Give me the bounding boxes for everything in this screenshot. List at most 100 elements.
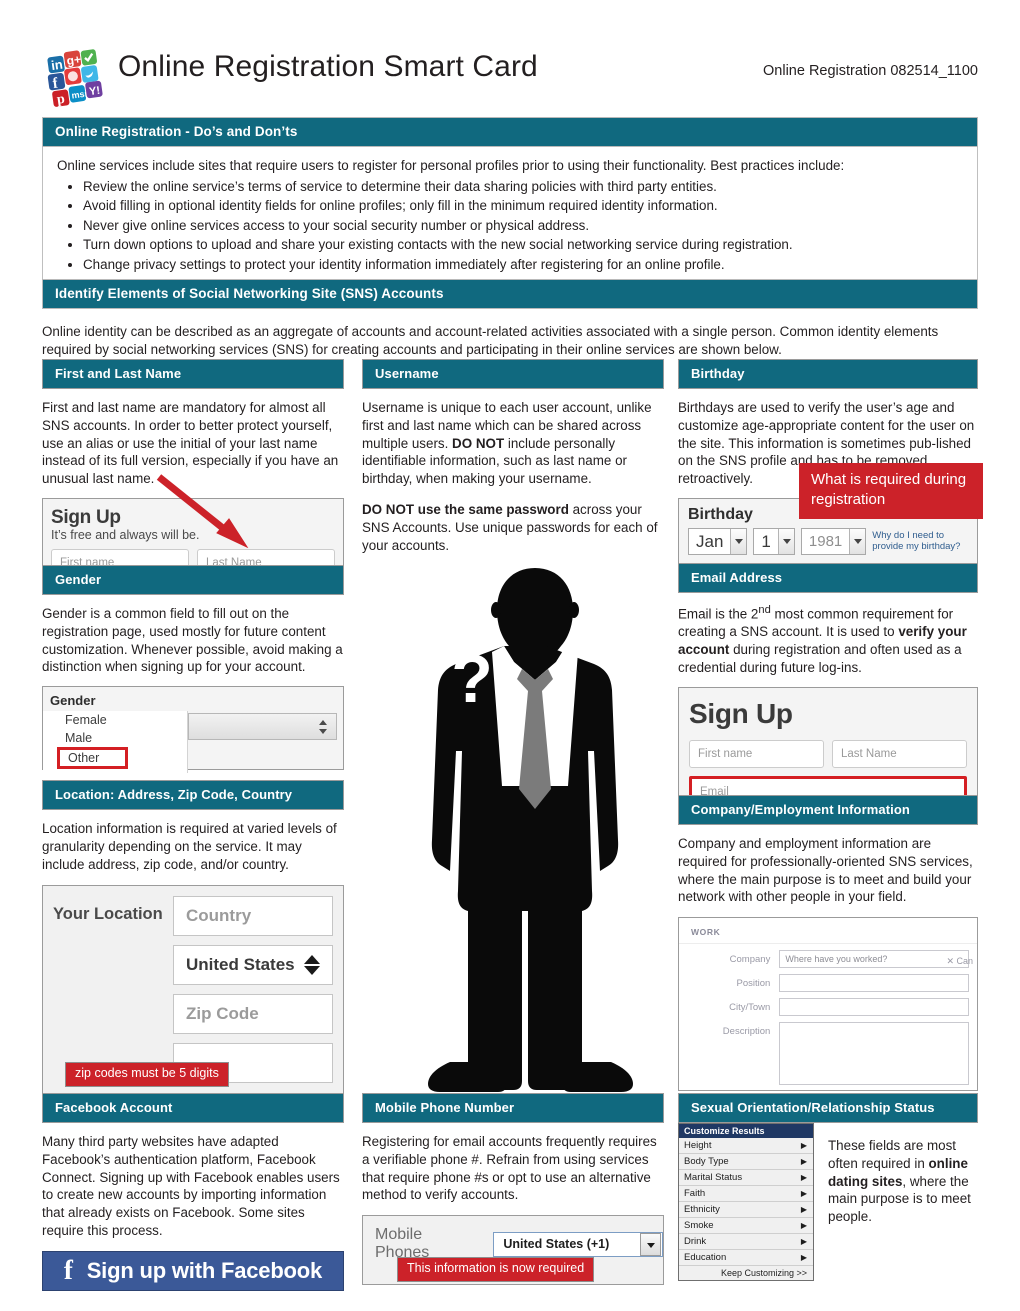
menu-item-body-type[interactable]: Body Type ▶ bbox=[679, 1154, 813, 1170]
birthday-day-value: 1 bbox=[761, 532, 771, 552]
why-birthday-link[interactable]: Why do I need to provide my birthday? bbox=[872, 530, 969, 553]
work-row-city: City/Town bbox=[679, 998, 977, 1017]
phone-callout: This information is now required bbox=[397, 1257, 595, 1282]
gender-option-list[interactable]: Female Male Other bbox=[43, 711, 188, 774]
country-placeholder-text: Country bbox=[186, 906, 252, 926]
work-input-position[interactable] bbox=[779, 974, 969, 993]
work-row-position: Position bbox=[679, 974, 977, 993]
card-email-address: Email Address Email is the 2nd most comm… bbox=[678, 563, 978, 817]
question-mark-marker: ? bbox=[451, 641, 493, 717]
birthday-month-select[interactable]: Jan bbox=[688, 528, 748, 556]
card-title-mobile-phone: Mobile Phone Number bbox=[362, 1093, 664, 1123]
card-title-email-address: Email Address bbox=[678, 563, 978, 593]
menu-label: Drink bbox=[684, 1236, 707, 1247]
facebook-button-label: Sign up with Facebook bbox=[86, 1257, 323, 1283]
chevron-right-icon: ▶ bbox=[800, 1141, 807, 1150]
document-code: Online Registration 082514_1100 bbox=[763, 63, 978, 79]
menu-label: Faith bbox=[684, 1188, 706, 1199]
work-input-description[interactable] bbox=[779, 1022, 969, 1086]
location-widget-label: Your Location bbox=[53, 905, 163, 924]
card-desc-orientation: These fields are most often required in … bbox=[828, 1123, 978, 1281]
menu-item-education[interactable]: Education ▶ bbox=[679, 1250, 813, 1266]
card-desc-gender: Gender is a common field to fill out on … bbox=[42, 606, 343, 675]
card-desc-facebook: Many third party websites have adapted F… bbox=[42, 1134, 340, 1239]
menu-label: Height bbox=[684, 1140, 712, 1151]
card-birthday: Birthday Birthdays are used to verify th… bbox=[678, 359, 983, 566]
work-label-description: Description bbox=[722, 1026, 771, 1038]
email-text-a: Email is the 2 bbox=[678, 606, 759, 622]
country-input[interactable]: Country bbox=[173, 896, 333, 937]
work-input-city[interactable] bbox=[779, 998, 969, 1017]
signup-heading: Sign Up bbox=[51, 507, 121, 529]
menu-item-faith[interactable]: Faith ▶ bbox=[679, 1186, 813, 1202]
gender-option-female[interactable]: Female bbox=[43, 711, 187, 729]
sign-up-with-facebook-button[interactable]: f Sign up with Facebook bbox=[42, 1250, 344, 1291]
chevron-right-icon: ▶ bbox=[800, 1237, 807, 1246]
signup-subheading: It’s free and always will be. bbox=[51, 528, 200, 543]
dos-intro: Online services include sites that requi… bbox=[57, 158, 845, 173]
identify-elements-bar: Identify Elements of Social Networking S… bbox=[42, 279, 978, 309]
dos-and-donts-bar: Online Registration - Do’s and Don’ts bbox=[42, 117, 978, 147]
list-item: Review the online service’s terms of ser… bbox=[83, 177, 963, 196]
card-title-first-last-name: First and Last Name bbox=[42, 359, 344, 389]
menu-label: Marital Status bbox=[684, 1172, 743, 1183]
birthday-day-select[interactable]: 1 bbox=[753, 528, 795, 556]
menu-label: Education bbox=[684, 1252, 727, 1263]
country-select[interactable]: United States bbox=[173, 945, 333, 986]
card-desc-first-last-name: First and last name are mandatory for al… bbox=[42, 400, 339, 487]
page-header: in g+ f p msn Y! Online Registration Sma… bbox=[0, 0, 1020, 108]
card-desc-location: Location information is required at vari… bbox=[42, 821, 337, 872]
menu-item-ethnicity[interactable]: Ethnicity ▶ bbox=[679, 1202, 813, 1218]
email-text-superscript: nd bbox=[758, 604, 771, 616]
phone-country-select[interactable]: United States (+1) bbox=[493, 1231, 663, 1257]
menu-item-drink[interactable]: Drink ▶ bbox=[679, 1234, 813, 1250]
keep-customizing-link[interactable]: Keep Customizing >> bbox=[679, 1266, 813, 1280]
identify-elements-section: Identify Elements of Social Networking S… bbox=[42, 279, 978, 359]
card-first-last-name: First and Last Name First and last name … bbox=[42, 359, 344, 588]
work-cancel-link[interactable]: ✕ Can bbox=[946, 956, 973, 967]
birthday-widget-screenshot: Birthday Jan 1 1981 Why do I need to pro… bbox=[678, 463, 983, 566]
card-company-employment: Company/Employment Information Company a… bbox=[678, 795, 978, 1092]
gender-dropdown-area: Female Male Other bbox=[43, 711, 343, 774]
menu-label: Body Type bbox=[684, 1156, 729, 1167]
customize-results-menu[interactable]: Customize Results Height ▶ Body Type ▶ Mar… bbox=[678, 1123, 814, 1281]
username-text-bold: DO NOT bbox=[452, 435, 505, 451]
gender-widget-screenshot: Gender Female Male Other bbox=[42, 686, 344, 774]
svg-text:in: in bbox=[50, 57, 64, 73]
gender-option-male[interactable]: Male bbox=[43, 729, 187, 747]
chevron-right-icon: ▶ bbox=[800, 1173, 807, 1182]
list-item: Never give online services access to you… bbox=[83, 216, 963, 235]
work-row-company: Company Where have you worked? bbox=[679, 950, 977, 969]
dos-and-donts-section: Online Registration - Do’s and Don’ts On… bbox=[42, 117, 978, 288]
chevron-right-icon: ▶ bbox=[800, 1205, 807, 1214]
menu-item-height[interactable]: Height ▶ bbox=[679, 1138, 813, 1154]
location-spacer-2 bbox=[53, 994, 173, 1003]
gender-option-other[interactable]: Other bbox=[57, 747, 129, 770]
card-facebook-account: Facebook Account Many third party websit… bbox=[42, 1093, 344, 1291]
password-text-bold: DO NOT use the same password bbox=[362, 502, 569, 518]
work-widget-screenshot: WORK ✕ Can Company Where have you worked… bbox=[678, 917, 978, 1092]
menu-item-marital-status[interactable]: Marital Status ▶ bbox=[679, 1170, 813, 1186]
birthday-month-value: Jan bbox=[696, 532, 724, 552]
birthday-selectors-row: Jan 1 1981 Why do I need to provide my b… bbox=[688, 528, 969, 556]
dos-bullet-list: Review the online service’s terms of ser… bbox=[57, 177, 963, 274]
card-desc-username-p2: DO NOT use the same password across your… bbox=[362, 501, 664, 554]
email-first-name-input[interactable]: First name bbox=[689, 739, 824, 768]
work-label-city: City/Town bbox=[729, 1002, 771, 1014]
facebook-f-icon: f bbox=[63, 1255, 73, 1286]
gender-widget-label: Gender bbox=[50, 693, 96, 709]
work-input-company[interactable]: Where have you worked? bbox=[779, 950, 969, 969]
birthday-year-value: 1981 bbox=[808, 533, 843, 551]
birthday-year-select[interactable]: 1981 bbox=[800, 528, 867, 556]
chevron-right-icon: ▶ bbox=[800, 1221, 807, 1230]
gender-select-control[interactable] bbox=[188, 713, 337, 741]
menu-item-smoke[interactable]: Smoke ▶ bbox=[679, 1218, 813, 1234]
email-last-name-input[interactable]: Last Name bbox=[832, 739, 967, 768]
zip-code-input[interactable]: Zip Code bbox=[173, 994, 333, 1035]
chevron-down-icon[interactable] bbox=[640, 1233, 661, 1257]
orientation-content: Customize Results Height ▶ Body Type ▶ Mar… bbox=[678, 1123, 978, 1281]
card-desc-email: Email is the 2nd most common requirement… bbox=[678, 603, 978, 677]
card-mobile-phone: Mobile Phone Number Registering for emai… bbox=[362, 1093, 664, 1286]
mobile-phone-widget-screenshot: Mobile Phones United States (+1) This in… bbox=[362, 1215, 664, 1286]
birthday-callout: What is required during registration bbox=[799, 463, 983, 519]
